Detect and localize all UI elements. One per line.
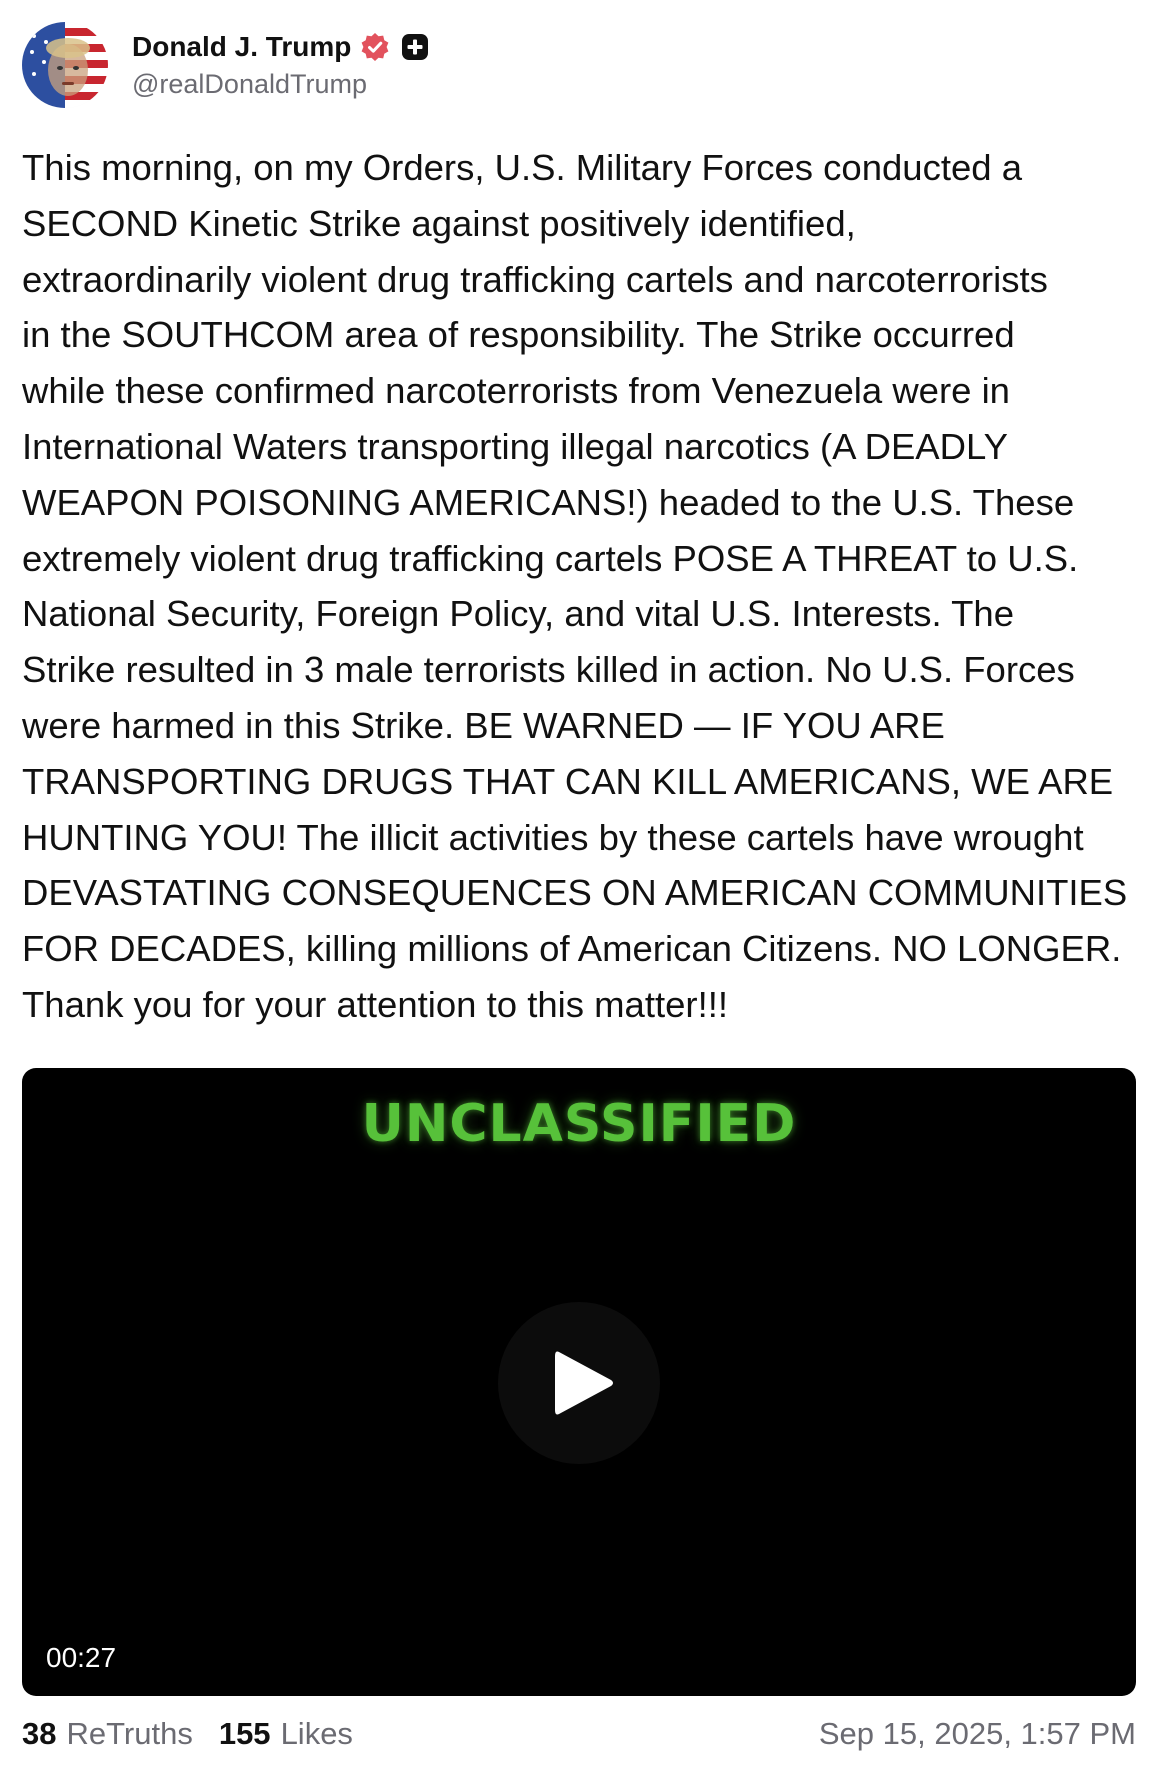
author-identity: Donald J. Trump @realDonaldTrump <box>132 31 431 100</box>
retruths-stat[interactable]: 38 ReTruths <box>22 1716 193 1752</box>
display-name[interactable]: Donald J. Trump <box>132 31 351 63</box>
post-body-text: This morning, on my Orders, U.S. Militar… <box>22 147 1128 1025</box>
post-timestamp[interactable]: Sep 15, 2025, 1:57 PM <box>819 1716 1136 1752</box>
avatar[interactable] <box>22 22 108 108</box>
post-header: Donald J. Trump @realDonaldTrump <box>22 22 431 108</box>
play-icon <box>555 1351 613 1415</box>
video-player[interactable]: UNCLASSIFIED 00:27 <box>22 1068 1136 1696</box>
retruths-count: 38 <box>22 1716 57 1751</box>
likes-label: Likes <box>280 1716 353 1751</box>
retruths-label: ReTruths <box>66 1716 193 1751</box>
verified-badge-icon <box>359 31 391 63</box>
video-duration: 00:27 <box>46 1642 117 1673</box>
engagement-stats: 38 ReTruths 155 Likes <box>22 1716 353 1752</box>
likes-count: 155 <box>218 1716 271 1751</box>
truth-post: Donald J. Trump @realDonaldTrump This mo… <box>0 0 1158 1780</box>
play-button[interactable] <box>498 1302 660 1464</box>
plus-badge-icon <box>399 31 431 63</box>
post-footer: 38 ReTruths 155 Likes Sep 15, 2025, 1:57… <box>22 1712 1136 1756</box>
author-handle[interactable]: @realDonaldTrump <box>132 69 431 100</box>
video-overlay-text: UNCLASSIFIED <box>361 1094 797 1154</box>
likes-stat[interactable]: 155 Likes <box>219 1716 353 1752</box>
name-row: Donald J. Trump <box>132 31 431 63</box>
avatar-image <box>22 22 108 108</box>
